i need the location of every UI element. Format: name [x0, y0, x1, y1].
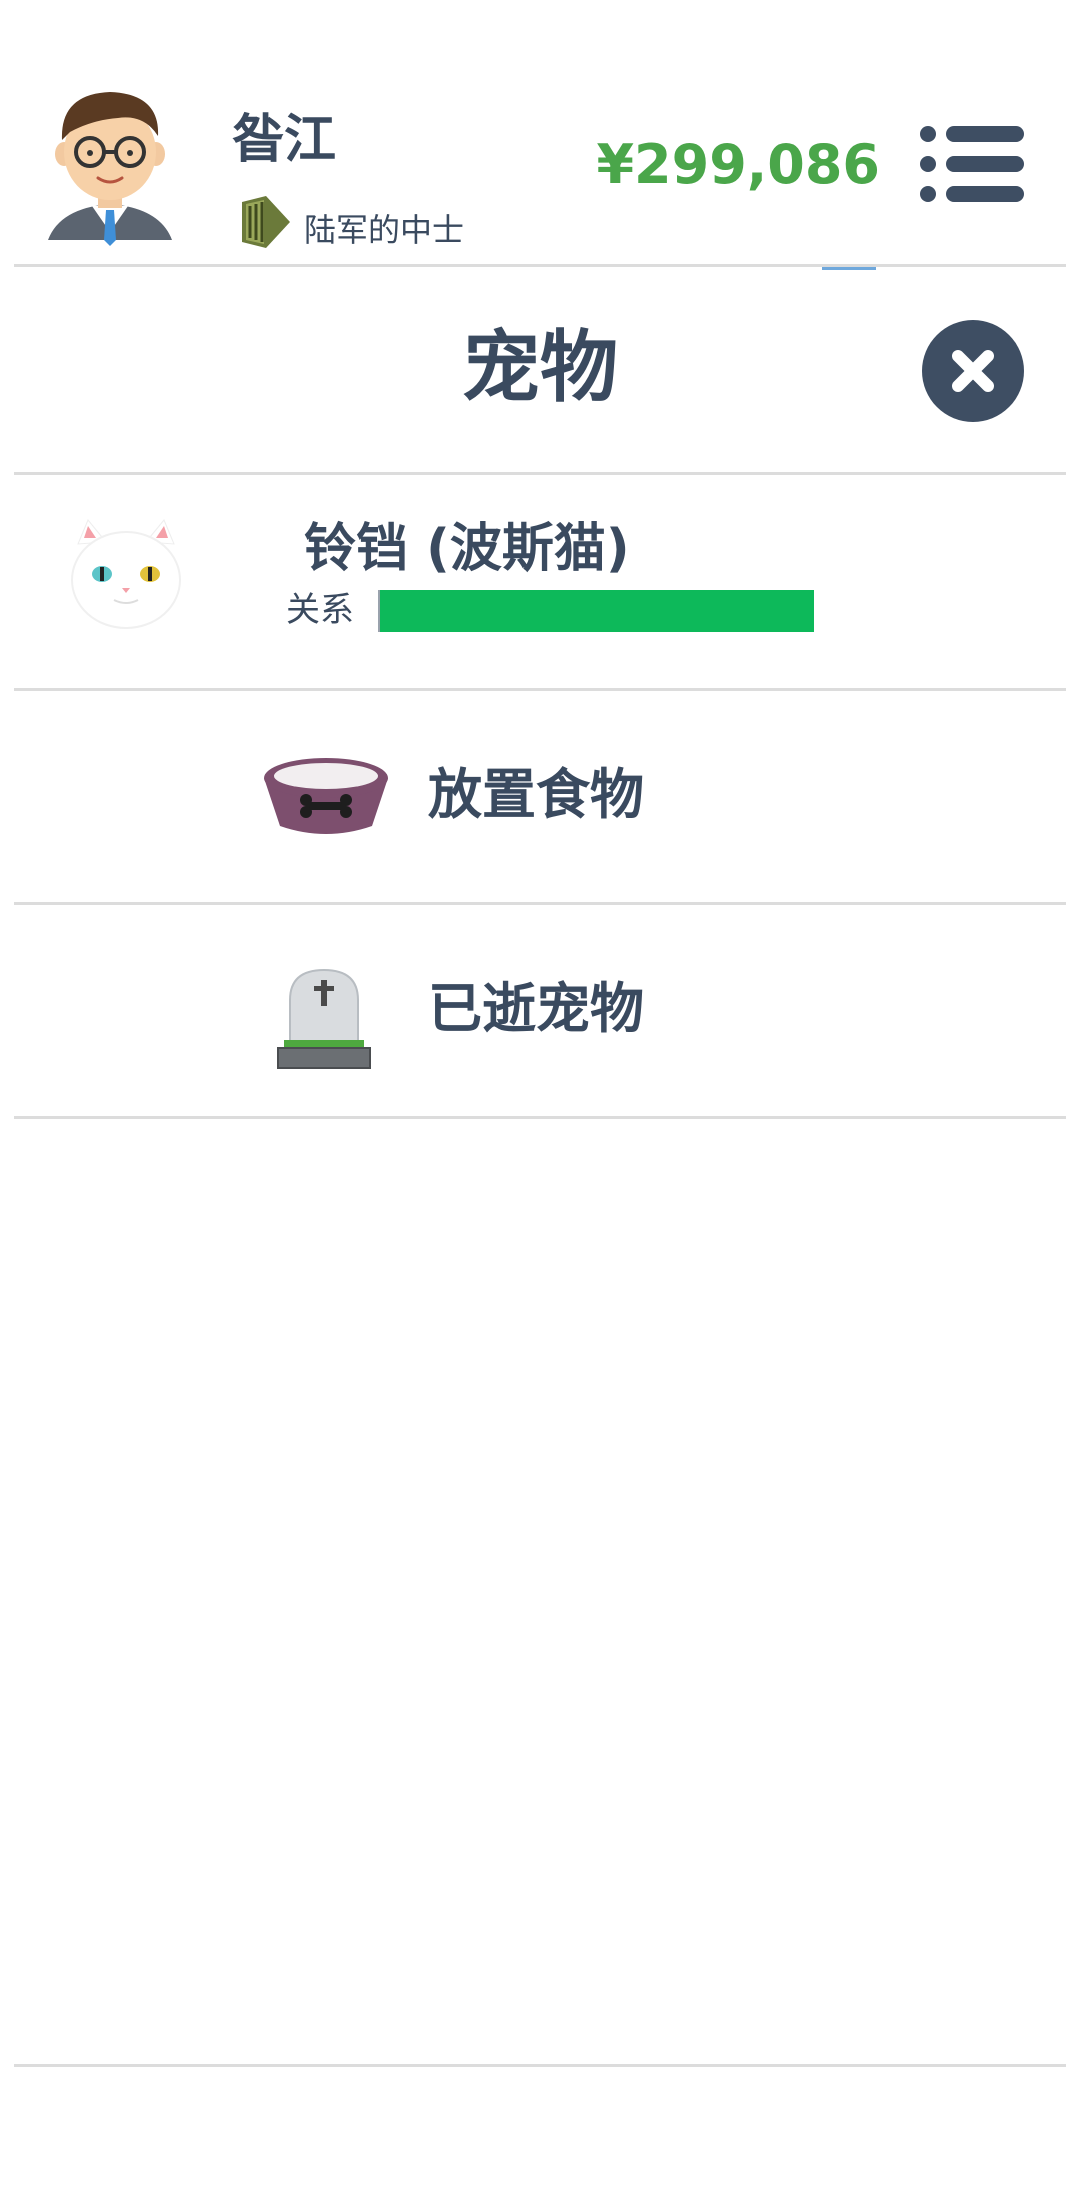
close-button[interactable]: [922, 320, 1024, 422]
deceased-pets-label: 已逝宠物: [428, 977, 644, 1040]
deceased-pets-button[interactable]: 已逝宠物: [14, 904, 1066, 1118]
place-food-button[interactable]: 放置食物: [14, 690, 1066, 904]
rank-label: 陆军的中士: [304, 211, 465, 249]
place-food-label: 放置食物: [428, 763, 644, 826]
relation-bar-fill: [380, 590, 814, 632]
close-icon: [952, 350, 994, 392]
tab-indicator: [822, 267, 876, 270]
bottom-divider: [14, 2064, 1066, 2067]
pet-list-item[interactable]: 铃铛 (波斯猫) 关系: [14, 474, 1066, 688]
tombstone-icon: [274, 964, 374, 1074]
player-name: 昝江: [232, 110, 337, 170]
relation-label: 关系: [286, 590, 354, 630]
money-balance: ¥299,086: [596, 133, 880, 196]
header-divider: [14, 264, 1066, 267]
persian-cat-icon: [64, 514, 188, 638]
pet-food-bowl-icon: [258, 750, 394, 840]
row-divider: [14, 1116, 1066, 1119]
menu-icon[interactable]: [918, 124, 1026, 204]
top-bar: 昝江 陆军的中士 ¥299,086: [0, 0, 1080, 270]
page-title: 宠物: [461, 323, 618, 413]
businessman-avatar-icon: [48, 92, 172, 246]
player-avatar[interactable]: [40, 80, 180, 250]
pet-name: 铃铛 (波斯猫): [304, 519, 630, 579]
relation-bar: [378, 590, 814, 632]
army-rank-icon: [236, 192, 296, 252]
